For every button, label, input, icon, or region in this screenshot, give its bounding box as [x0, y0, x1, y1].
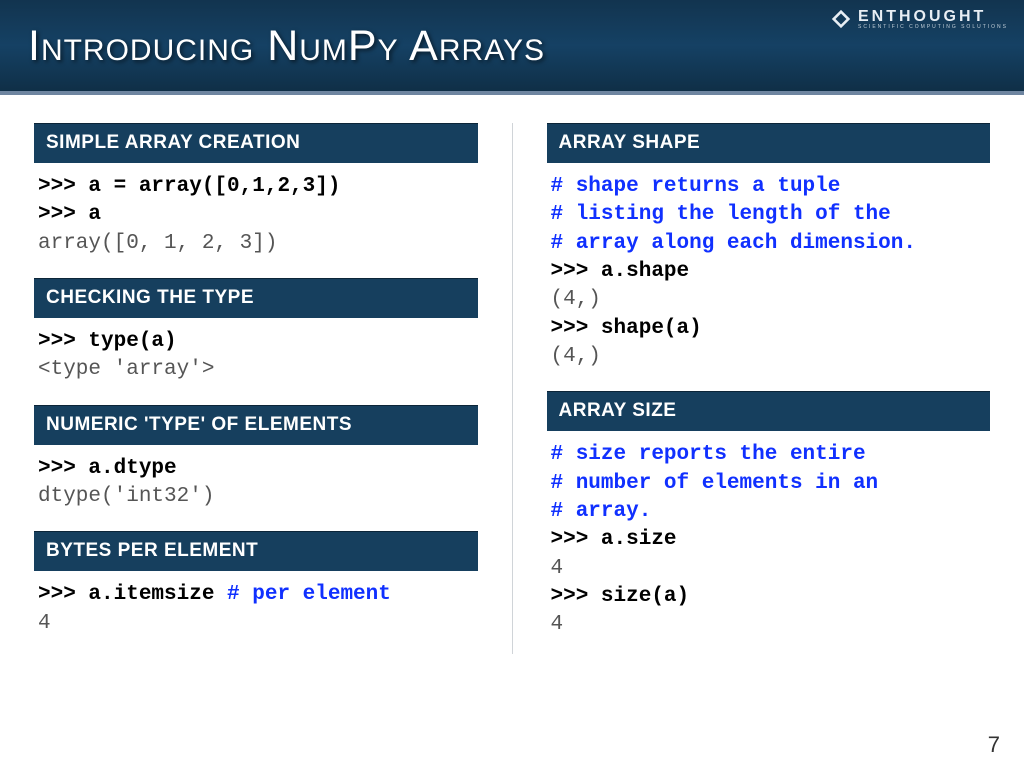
- section-body-array-size: # size reports the entire # number of el…: [547, 431, 991, 653]
- section-body-array-shape: # shape returns a tuple # listing the le…: [547, 163, 991, 385]
- code-line: >>> a.itemsize: [38, 583, 227, 606]
- section-title-bytes-per-element: BYTES PER ELEMENT: [34, 531, 478, 571]
- section-title-array-size: ARRAY SIZE: [547, 391, 991, 431]
- enthought-logo-icon: [830, 8, 852, 30]
- code-line: >>> type(a): [38, 330, 177, 353]
- brand-sub: SCIENTIFIC COMPUTING SOLUTIONS: [858, 24, 1008, 30]
- section-body-simple-array: >>> a = array([0,1,2,3]) >>> a array([0,…: [34, 163, 478, 272]
- code-comment: # per element: [227, 583, 391, 606]
- right-column: ARRAY SHAPE # shape returns a tuple # li…: [547, 117, 991, 654]
- code-line: >>> a.size: [551, 528, 677, 551]
- code-comment: # array.: [551, 500, 652, 523]
- column-divider: [512, 123, 513, 654]
- code-array-size: # size reports the entire # number of el…: [551, 441, 987, 639]
- code-output: 4: [38, 612, 51, 635]
- code-comment: # size reports the entire: [551, 443, 866, 466]
- code-output: <type 'array'>: [38, 358, 214, 381]
- code-output: 4: [551, 557, 564, 580]
- page-number: 7: [988, 732, 1000, 758]
- code-bytes-per-element: >>> a.itemsize # per element 4: [38, 581, 474, 638]
- section-title-numeric-type: NUMERIC 'TYPE' OF ELEMENTS: [34, 405, 478, 445]
- slide-header: ENTHOUGHT SCIENTIFIC COMPUTING SOLUTIONS…: [0, 0, 1024, 95]
- code-numeric-type: >>> a.dtype dtype('int32'): [38, 455, 474, 512]
- code-comment: # shape returns a tuple: [551, 175, 841, 198]
- code-simple-array: >>> a = array([0,1,2,3]) >>> a array([0,…: [38, 173, 474, 258]
- code-line: >>> a.dtype: [38, 457, 177, 480]
- code-comment: # number of elements in an: [551, 472, 879, 495]
- code-line: >>> a = array([0,1,2,3]): [38, 175, 340, 198]
- left-column: SIMPLE ARRAY CREATION >>> a = array([0,1…: [34, 117, 478, 654]
- code-output: 4: [551, 613, 564, 636]
- section-title-checking-type: CHECKING THE TYPE: [34, 278, 478, 318]
- section-body-numeric-type: >>> a.dtype dtype('int32'): [34, 445, 478, 526]
- section-title-array-shape: ARRAY SHAPE: [547, 123, 991, 163]
- code-comment: # listing the length of the: [551, 203, 891, 226]
- code-output: (4,): [551, 345, 601, 368]
- section-body-checking-type: >>> type(a) <type 'array'>: [34, 318, 478, 399]
- code-output: (4,): [551, 288, 601, 311]
- code-line: >>> size(a): [551, 585, 690, 608]
- code-checking-type: >>> type(a) <type 'array'>: [38, 328, 474, 385]
- code-output: array([0, 1, 2, 3]): [38, 232, 277, 255]
- code-array-shape: # shape returns a tuple # listing the le…: [551, 173, 987, 371]
- slide-content: SIMPLE ARRAY CREATION >>> a = array([0,1…: [0, 95, 1024, 654]
- brand: ENTHOUGHT SCIENTIFIC COMPUTING SOLUTIONS: [830, 8, 1008, 30]
- section-title-simple-array: SIMPLE ARRAY CREATION: [34, 123, 478, 163]
- code-line: >>> a.shape: [551, 260, 690, 283]
- code-line: >>> shape(a): [551, 317, 702, 340]
- brand-name: ENTHOUGHT: [858, 8, 986, 25]
- code-comment: # array along each dimension.: [551, 232, 916, 255]
- code-output: dtype('int32'): [38, 485, 214, 508]
- section-body-bytes-per-element: >>> a.itemsize # per element 4: [34, 571, 478, 652]
- code-line: >>> a: [38, 203, 101, 226]
- slide: ENTHOUGHT SCIENTIFIC COMPUTING SOLUTIONS…: [0, 0, 1024, 768]
